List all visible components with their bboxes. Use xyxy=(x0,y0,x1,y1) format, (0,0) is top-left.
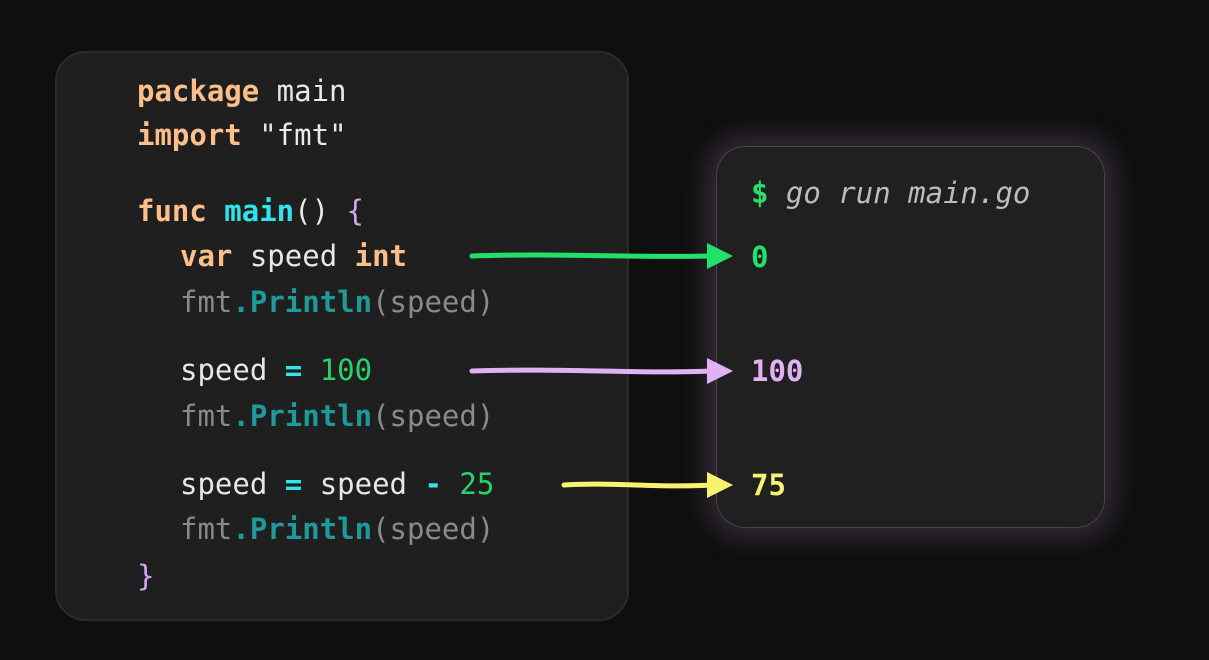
dot: . xyxy=(232,399,250,433)
variable-name: speed xyxy=(180,467,268,501)
pkg-fmt: fmt xyxy=(180,512,233,546)
terminal-output-100: 100 xyxy=(751,354,804,388)
code-line-assign-100: speed = 100 xyxy=(180,350,372,390)
terminal-output-75: 75 xyxy=(751,468,786,502)
terminal-output-0: 0 xyxy=(751,240,769,274)
method-println: Println xyxy=(249,285,373,319)
package-name: main xyxy=(259,74,347,108)
code-line-package: package main xyxy=(137,71,347,111)
import-path: "fmt" xyxy=(241,118,347,152)
open-brace: { xyxy=(329,194,364,228)
function-name: main xyxy=(206,194,295,228)
code-line-import: import "fmt" xyxy=(137,115,347,155)
dot: . xyxy=(232,512,250,546)
code-line-func: func main() { xyxy=(137,191,364,231)
method-println: Println xyxy=(249,512,373,546)
code-line-println-1: fmt.Println(speed) xyxy=(180,282,494,322)
prompt-symbol: $ xyxy=(751,176,769,210)
code-line-close: } xyxy=(137,556,154,596)
terminal-command-line: $ go run main.go xyxy=(751,173,1030,213)
pkg-fmt: fmt xyxy=(180,399,233,433)
code-line-var: var speed int xyxy=(180,236,407,276)
code-line-println-2: fmt.Println(speed) xyxy=(180,396,494,436)
method-println: Println xyxy=(249,399,373,433)
minus-operator: - xyxy=(407,467,460,501)
code-line-subtract: speed = speed - 25 xyxy=(180,464,494,504)
terminal-command: go run main.go xyxy=(768,176,1031,210)
assign-operator: = xyxy=(267,467,320,501)
variable-name: speed xyxy=(180,353,268,387)
variable-name: speed xyxy=(319,467,408,501)
keyword-var: var xyxy=(180,239,233,273)
function-parens: () xyxy=(294,194,330,228)
keyword-func: func xyxy=(137,194,207,228)
println-args: (speed) xyxy=(372,399,495,433)
assign-operator: = xyxy=(267,353,320,387)
number-literal: 100 xyxy=(319,353,373,387)
variable-name: speed xyxy=(232,239,355,273)
keyword-package: package xyxy=(137,74,260,108)
println-args: (speed) xyxy=(372,285,495,319)
type-int: int xyxy=(354,239,407,273)
dot: . xyxy=(232,285,250,319)
keyword-import: import xyxy=(137,118,242,152)
println-args: (speed) xyxy=(372,512,495,546)
number-literal: 25 xyxy=(459,467,495,501)
code-line-println-3: fmt.Println(speed) xyxy=(180,509,494,549)
pkg-fmt: fmt xyxy=(180,285,233,319)
close-brace: } xyxy=(137,559,155,593)
